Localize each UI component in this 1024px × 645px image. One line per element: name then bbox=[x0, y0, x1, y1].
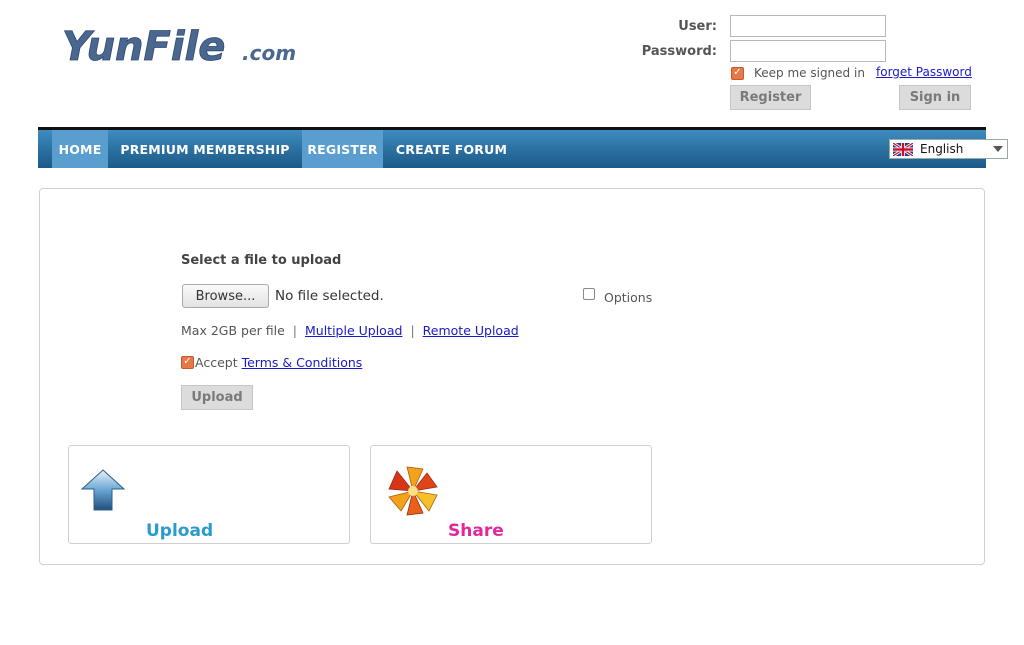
file-status: No file selected. bbox=[275, 288, 384, 304]
language-selected-label: English bbox=[920, 142, 964, 156]
browse-button[interactable]: Browse... bbox=[182, 284, 269, 308]
options-label: Options bbox=[604, 290, 653, 305]
remote-upload-link[interactable]: Remote Upload bbox=[423, 323, 519, 338]
share-pinwheel-icon bbox=[388, 466, 438, 516]
terms-conditions-link[interactable]: Terms & Conditions bbox=[242, 355, 363, 370]
logo-suffix: .com bbox=[242, 41, 296, 65]
main-nav: HOME PREMIUM MEMBERSHIP REGISTER CREATE … bbox=[38, 127, 1008, 168]
chevron-down-icon bbox=[993, 146, 1003, 152]
upload-limits-row: Max 2GB per file | Multiple Upload | Rem… bbox=[181, 323, 519, 338]
user-label: User: bbox=[678, 19, 717, 34]
accept-terms-row: ✓ Accept Terms & Conditions bbox=[181, 354, 362, 370]
nav-premium-membership[interactable]: PREMIUM MEMBERSHIP bbox=[116, 130, 294, 168]
nav-register[interactable]: REGISTER bbox=[302, 130, 383, 168]
language-select[interactable]: English bbox=[889, 139, 1008, 159]
max-size-text: Max 2GB per file bbox=[181, 323, 285, 338]
uk-flag-icon bbox=[893, 142, 913, 156]
multiple-upload-link[interactable]: Multiple Upload bbox=[305, 323, 402, 338]
options-checkbox[interactable] bbox=[583, 288, 595, 300]
user-input[interactable] bbox=[730, 15, 886, 37]
password-label: Password: bbox=[641, 44, 717, 59]
logo-text: YunFile bbox=[62, 24, 225, 70]
password-input[interactable] bbox=[730, 40, 886, 62]
upload-heading: Select a file to upload bbox=[181, 253, 342, 268]
upload-button[interactable]: Upload bbox=[181, 385, 253, 410]
upload-arrow-icon bbox=[80, 469, 126, 511]
register-button[interactable]: Register bbox=[730, 85, 811, 110]
nav-create-forum[interactable]: CREATE FORUM bbox=[391, 130, 512, 168]
nav-home[interactable]: HOME bbox=[52, 130, 108, 168]
feature-share-box bbox=[370, 445, 652, 544]
keep-signed-in-row: ✓ Keep me signed in bbox=[730, 65, 865, 81]
separator: | bbox=[410, 323, 415, 338]
keep-signed-in-checkbox[interactable]: ✓ bbox=[731, 66, 744, 80]
feature-share-title: Share bbox=[448, 521, 504, 541]
accept-terms-checkbox[interactable]: ✓ bbox=[181, 355, 194, 369]
forget-password-link[interactable]: forget Password bbox=[876, 65, 972, 79]
feature-upload-title: Upload bbox=[146, 521, 214, 541]
site-logo[interactable]: YunFile .com bbox=[60, 22, 310, 70]
accept-label: Accept bbox=[195, 354, 238, 370]
sign-in-button[interactable]: Sign in bbox=[899, 85, 971, 110]
separator: | bbox=[292, 323, 297, 338]
keep-signed-in-label: Keep me signed in bbox=[754, 66, 865, 80]
